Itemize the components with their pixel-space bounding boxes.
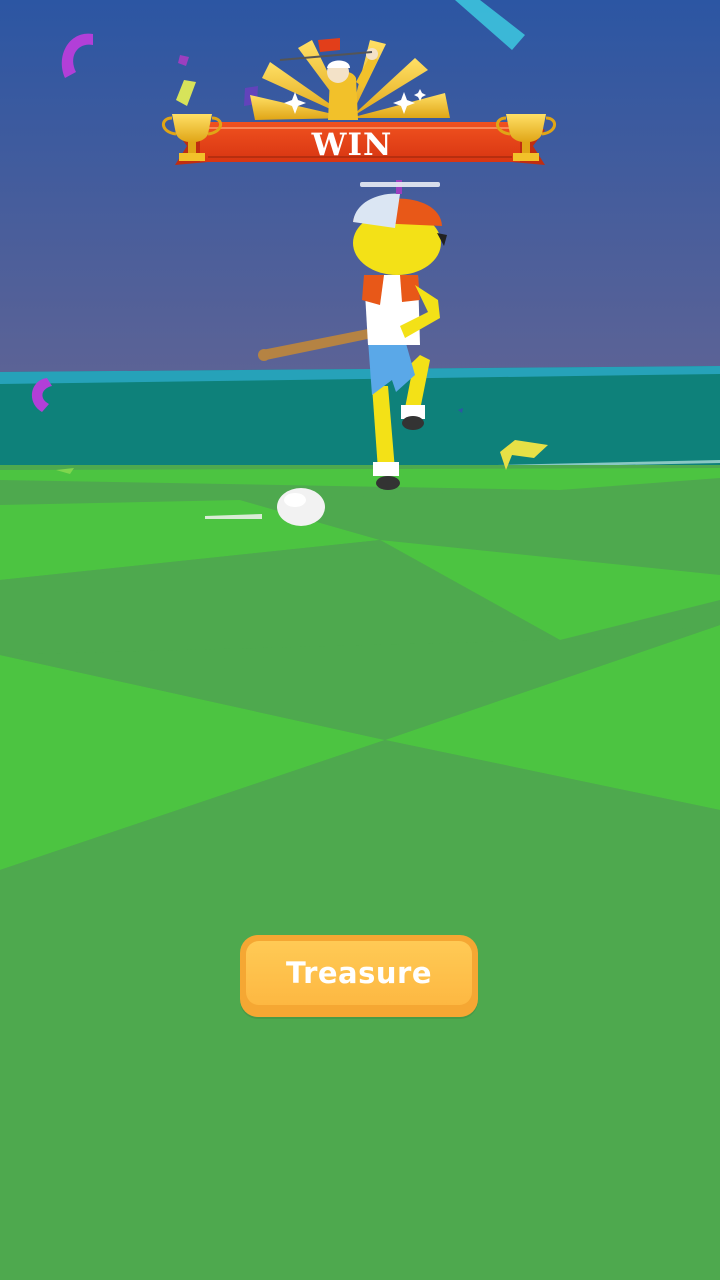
sea: [0, 366, 720, 470]
game-viewport: WIN: [0, 0, 720, 1280]
grass-field: [0, 465, 720, 1280]
treasure-button[interactable]: Treasure: [240, 935, 478, 1017]
game-scene: WIN Treasure: [0, 0, 720, 1280]
win-label: WIN: [311, 127, 393, 163]
treasure-button-label: Treasure: [246, 941, 472, 1005]
sky: [0, 0, 720, 375]
